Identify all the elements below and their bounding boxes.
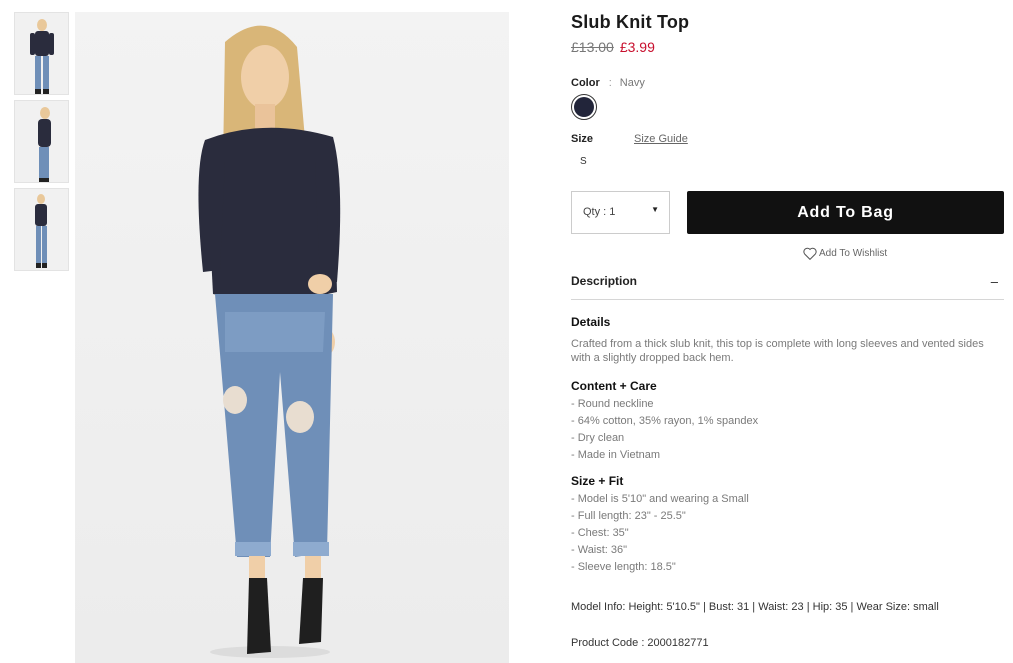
heart-icon — [803, 247, 817, 261]
add-to-wishlist-link[interactable]: Add To Wishlist — [803, 247, 888, 261]
size-fit-heading: Size + Fit — [571, 474, 624, 488]
caret-down-icon: ▼ — [651, 205, 659, 214]
list-item: - Round neckline — [571, 398, 654, 410]
wishlist-label: Add To Wishlist — [819, 248, 888, 260]
size-option-s[interactable]: S — [580, 156, 587, 167]
color-swatch-navy[interactable] — [571, 94, 597, 120]
product-main-image — [75, 12, 509, 663]
quantity-select[interactable]: Qty : 1 ▼ — [571, 191, 670, 234]
details-heading: Details — [571, 315, 611, 329]
list-item: - 64% cotton, 35% rayon, 1% spandex — [571, 415, 759, 427]
list-item: - Waist: 36" — [571, 544, 628, 556]
collapse-icon: – — [990, 274, 998, 289]
list-item: - Chest: 35" — [571, 527, 629, 539]
price: £13.00 £3.99 — [571, 39, 655, 55]
color-value: Navy — [619, 77, 645, 89]
product-title: Slub Knit Top — [571, 12, 690, 32]
product-code: Product Code : 2000182771 — [571, 637, 709, 649]
color-row: Color: Navy — [571, 77, 645, 89]
model-info: Model Info: Height: 5'10.5" | Bust: 31 |… — [571, 601, 939, 613]
swatch-fill — [574, 97, 594, 117]
thumbnail-list — [14, 12, 70, 276]
color-separator: : — [608, 77, 612, 89]
size-label: Size — [571, 133, 594, 145]
thumbnail-side[interactable] — [14, 100, 69, 183]
list-item: - Sleeve length: 18.5" — [571, 561, 676, 573]
list-item: - Model is 5'10" and wearing a Small — [571, 493, 749, 505]
size-row: Size Size Guide — [571, 133, 771, 145]
thumbnail-full[interactable] — [14, 188, 69, 271]
list-item: - Dry clean — [571, 432, 625, 444]
quantity-label: Qty : 1 — [583, 206, 616, 218]
color-label: Color — [571, 77, 600, 89]
sale-price: £3.99 — [619, 39, 655, 55]
description-accordion-header[interactable]: Description – — [571, 274, 1004, 300]
add-to-bag-button[interactable]: Add To Bag — [687, 191, 1004, 234]
content-care-heading: Content + Care — [571, 379, 657, 393]
thumbnail-front[interactable] — [14, 12, 69, 95]
size-guide-link[interactable]: Size Guide — [634, 133, 688, 145]
original-price: £13.00 — [571, 39, 614, 55]
list-item: - Made in Vietnam — [571, 449, 661, 461]
list-item: - Full length: 23" - 25.5" — [571, 510, 686, 522]
details-text: Crafted from a thick slub knit, this top… — [571, 338, 984, 364]
description-title: Description — [571, 274, 638, 288]
